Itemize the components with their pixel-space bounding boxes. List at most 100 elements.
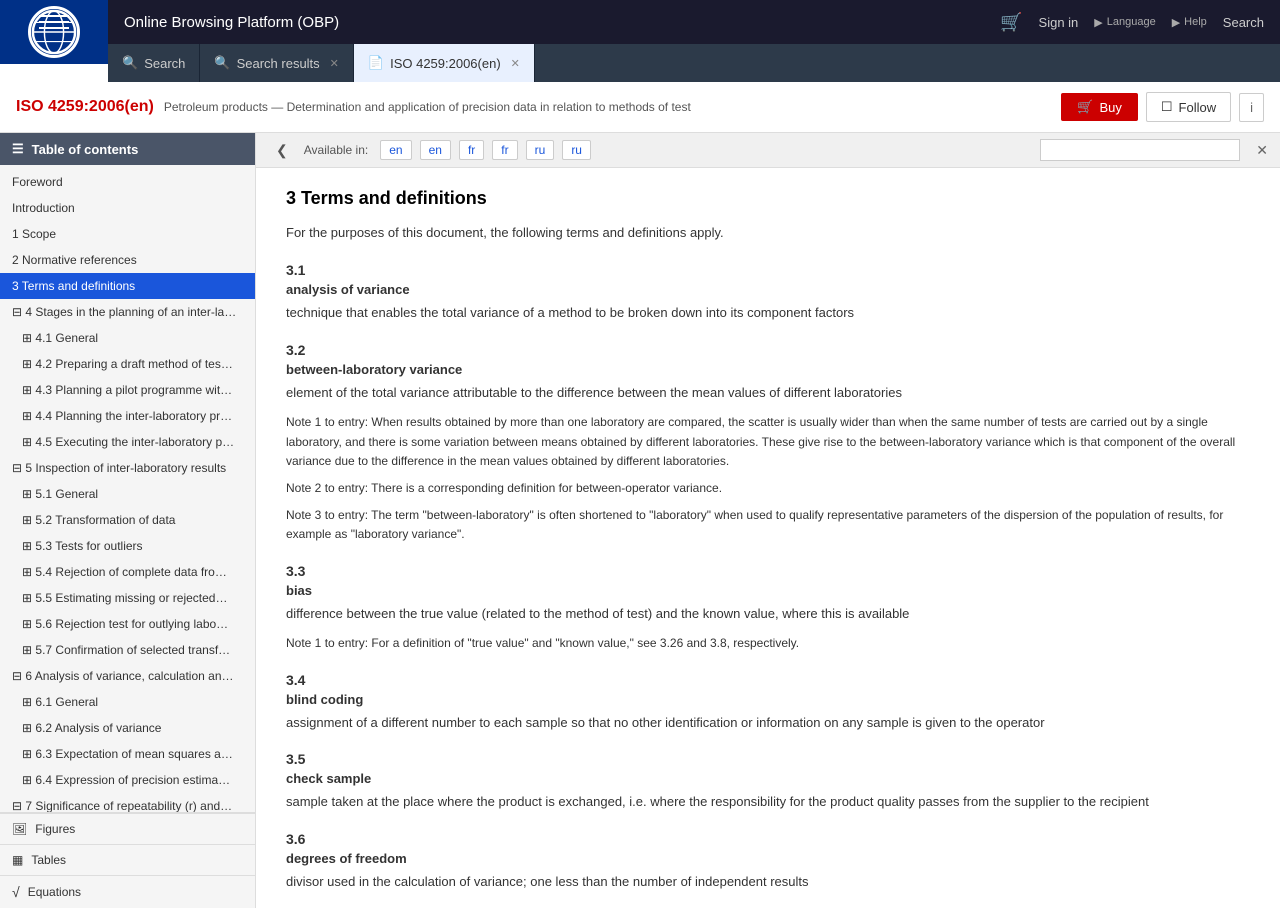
content-area: ❮ Available in: en en fr fr ru ru ✕ 3 Te… [256,133,1280,908]
toc-item-s7[interactable]: ⊟ 7 Significance of repeatability (r) an… [0,793,255,812]
info-label: i [1250,100,1253,115]
top-nav-right: 🛒 Sign in ▶ Language ▶ Help Search [1000,12,1264,33]
def-text-3-2: element of the total variance attributab… [286,383,1250,404]
search-results-tab-icon: 🔍 [214,55,230,71]
toc-item-s2[interactable]: 2 Normative references [0,247,255,273]
toc-item-s62[interactable]: ⊞ 6.2 Analysis of variance [0,715,255,741]
doc-header: ISO 4259:2006(en) Petroleum products — D… [0,82,1280,133]
lang-btn-fr1[interactable]: fr [459,140,484,160]
lang-bar: ❮ Available in: en en fr fr ru ru ✕ [256,133,1280,168]
doc-tab-icon: 📄 [368,55,384,71]
content-search-input[interactable] [1040,139,1240,161]
toc-item-s6[interactable]: ⊟ 6 Analysis of variance, calculation an… [0,663,255,689]
def-num-3-5: 3.5 [286,751,1250,767]
sidebar: ☰ Table of contents ForewordIntroduction… [0,133,256,908]
toc-item-foreword[interactable]: Foreword [0,169,255,195]
toc-item-s53[interactable]: ⊞ 5.3 Tests for outliers [0,533,255,559]
def-num-3-4: 3.4 [286,672,1250,688]
toc-item-s41[interactable]: ⊞ 4.1 General [0,325,255,351]
def-text-3-4: assignment of a different number to each… [286,713,1250,734]
doc-tab-label: ISO 4259:2006(en) [390,56,501,71]
available-in-label: Available in: [304,143,369,157]
toc-item-intro[interactable]: Introduction [0,195,255,221]
follow-label: Follow [1179,100,1217,115]
language-menu[interactable]: ▶ Language [1094,16,1155,29]
cart-icon[interactable]: 🛒 [1000,12,1022,33]
def-note-3-2-2: Note 2 to entry: There is a correspondin… [286,479,1250,498]
def-note-3-2-3: Note 3 to entry: The term "between-labor… [286,506,1250,544]
toc-item-s63[interactable]: ⊞ 6.3 Expectation of mean squares a… [0,741,255,767]
top-header-row: Online Browsing Platform (OBP) 🛒 Sign in… [0,0,1280,82]
collapse-sidebar-btn[interactable]: ❮ [268,142,296,159]
def-text-3-3: difference between the true value (relat… [286,604,1250,625]
toc-item-s61[interactable]: ⊞ 6.1 General [0,689,255,715]
lang-btn-en2[interactable]: en [420,140,451,160]
def-num-3-2: 3.2 [286,342,1250,358]
top-header-content: Online Browsing Platform (OBP) 🛒 Sign in… [108,0,1280,82]
sign-in-link[interactable]: Sign in [1039,15,1079,30]
def-term-3-3: bias [286,583,1250,598]
def-num-3-1: 3.1 [286,262,1250,278]
sidebar-figures[interactable]: 🖼 Figures [0,813,255,844]
def-term-3-1: analysis of variance [286,282,1250,297]
toc-item-s52[interactable]: ⊞ 5.2 Transformation of data [0,507,255,533]
toc-item-s51[interactable]: ⊞ 5.1 General [0,481,255,507]
cart-icon-buy: 🛒 [1077,99,1093,115]
toc-item-s5[interactable]: ⊟ 5 Inspection of inter-laboratory resul… [0,455,255,481]
tab-search[interactable]: 🔍 Search [108,44,200,82]
lang-btn-ru1[interactable]: ru [526,140,555,160]
lang-btn-en1[interactable]: en [380,140,411,160]
iso-logo[interactable] [0,0,108,64]
section-heading: 3 Terms and definitions [286,188,1250,209]
search-tab-icon: 🔍 [122,55,138,71]
lang-bar-close-btn[interactable]: ✕ [1256,142,1268,159]
lang-btn-ru2[interactable]: ru [562,140,591,160]
buy-button[interactable]: 🛒 Buy [1061,93,1138,121]
equations-label: Equations [28,885,81,899]
toc-item-s57[interactable]: ⊞ 5.7 Confirmation of selected transf… [0,637,255,663]
toc-item-s4[interactable]: ⊟ 4 Stages in the planning of an inter-l… [0,299,255,325]
def-note-3-3-1: Note 1 to entry: For a definition of "tr… [286,634,1250,653]
toc-item-s3[interactable]: 3 Terms and definitions [0,273,255,299]
toc-title: Table of contents [32,142,139,157]
close-doc-tab[interactable]: ✕ [511,57,520,70]
help-menu[interactable]: ▶ Help [1172,16,1207,29]
doc-header-left: ISO 4259:2006(en) Petroleum products — D… [16,98,691,116]
toc-item-s55[interactable]: ⊞ 5.5 Estimating missing or rejected… [0,585,255,611]
def-term-3-4: blind coding [286,692,1250,707]
toc-item-s1[interactable]: 1 Scope [0,221,255,247]
def-term-3-6: degrees of freedom [286,851,1250,866]
toc-item-s42[interactable]: ⊞ 4.2 Preparing a draft method of tes… [0,351,255,377]
search-results-tab-label: Search results [237,56,320,71]
language-label: Language [1107,16,1156,28]
search-link[interactable]: Search [1223,15,1264,30]
tab-doc[interactable]: 📄 ISO 4259:2006(en) ✕ [354,44,535,82]
info-button[interactable]: i [1239,93,1264,122]
toc-item-s44[interactable]: ⊞ 4.4 Planning the inter-laboratory pr… [0,403,255,429]
toc-item-s43[interactable]: ⊞ 4.3 Planning a pilot programme wit… [0,377,255,403]
figures-label: Figures [35,822,75,836]
toc-item-s54[interactable]: ⊞ 5.4 Rejection of complete data fro… [0,559,255,585]
tab-search-results[interactable]: 🔍 Search results ✕ [200,44,354,82]
doc-content: 3 Terms and definitions For the purposes… [256,168,1280,908]
toc-item-s56[interactable]: ⊞ 5.6 Rejection test for outlying labo… [0,611,255,637]
follow-button[interactable]: ☐ Follow [1146,92,1231,122]
def-text-3-1: technique that enables the total varianc… [286,303,1250,324]
toc-header: ☰ Table of contents [0,133,255,165]
toc-item-s64[interactable]: ⊞ 6.4 Expression of precision estima… [0,767,255,793]
def-note-3-2-1: Note 1 to entry: When results obtained b… [286,413,1250,471]
iso-logo-icon [28,6,80,58]
tab-bar: 🔍 Search 🔍 Search results ✕ 📄 ISO 4259:2… [108,44,1280,82]
play-icon-help: ▶ [1172,16,1180,29]
lang-btn-fr2[interactable]: fr [492,140,517,160]
sidebar-footer: 🖼 Figures ▦ Tables √ Equations [0,812,255,908]
follow-checkbox-icon: ☐ [1161,99,1173,115]
sidebar-equations[interactable]: √ Equations [0,875,255,908]
sidebar-tables[interactable]: ▦ Tables [0,844,255,875]
def-term-3-2: between-laboratory variance [286,362,1250,377]
close-search-results-tab[interactable]: ✕ [330,57,339,70]
def-num-3-6: 3.6 [286,831,1250,847]
toc-icon: ☰ [12,141,24,157]
toc-item-s45[interactable]: ⊞ 4.5 Executing the inter-laboratory p… [0,429,255,455]
section-intro: For the purposes of this document, the f… [286,223,1250,244]
